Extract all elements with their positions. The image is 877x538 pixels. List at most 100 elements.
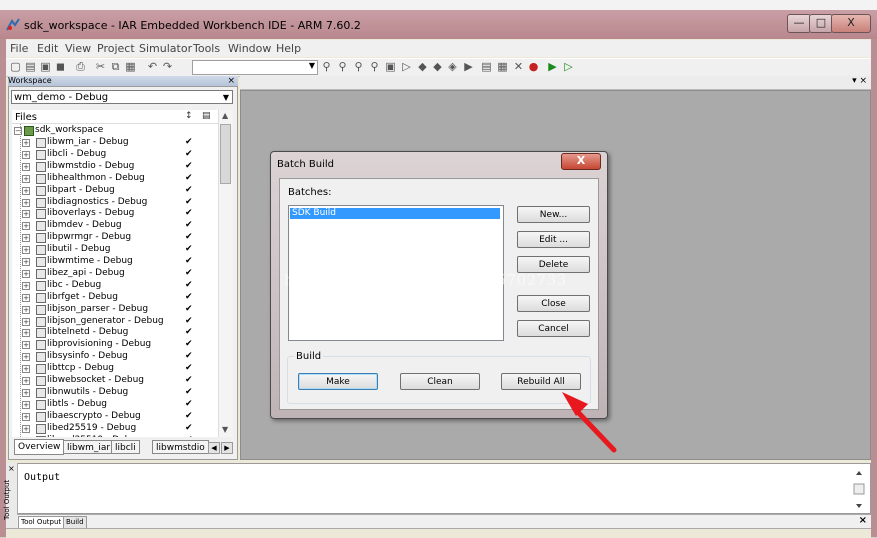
save-icon[interactable]: ▣	[39, 60, 52, 73]
expand-icon[interactable]: +	[22, 365, 30, 374]
expand-icon[interactable]: +	[22, 258, 30, 266]
open-file-icon[interactable]: ▤	[24, 60, 37, 73]
tab-libwm-iar[interactable]: libwm_iar	[63, 440, 115, 454]
expand-icon[interactable]: +	[22, 222, 30, 231]
make-button[interactable]: Make	[298, 373, 378, 390]
tree-item[interactable]: + libutil - Debug ✔	[12, 244, 218, 256]
find-in-files-icon[interactable]: ⚲	[352, 60, 365, 73]
workspace-scrollbar[interactable]: ▲ ▼	[218, 110, 233, 437]
tree-item[interactable]: + libtls - Debug ✔	[12, 399, 218, 410]
find-combo[interactable]: ▼	[192, 60, 318, 75]
batch-item[interactable]: SDK Build	[290, 208, 500, 219]
expand-icon[interactable]: +	[22, 186, 30, 195]
redo-icon[interactable]: ↷	[161, 60, 174, 73]
expand-icon[interactable]: +	[22, 150, 30, 159]
close-button[interactable]: X	[831, 14, 871, 33]
close-button[interactable]: Close	[517, 295, 590, 312]
goto-icon[interactable]: ▣	[384, 60, 397, 73]
menu-edit[interactable]: Edit	[37, 42, 58, 55]
tree-item[interactable]: + libjson_parser - Debug ✔	[12, 304, 218, 315]
tree-item[interactable]: + libprovisioning - Debug ✔	[12, 339, 218, 351]
navigate-back-icon[interactable]: ◈	[446, 60, 459, 73]
tree-item[interactable]: + libaescrypto - Debug ✔	[12, 411, 218, 422]
tree-item[interactable]: + libed25519 - Debug ✔	[12, 423, 218, 434]
debug-without-download-icon[interactable]: ▷	[562, 60, 575, 73]
tree-item[interactable]: + libnwutils - Debug ✔	[12, 387, 218, 398]
new-button[interactable]: New...	[517, 206, 590, 223]
tree-item[interactable]: + libwm_iar - Debug ✔	[12, 137, 218, 148]
workspace-close-icon[interactable]: ×	[227, 76, 235, 86]
replace-icon[interactable]: ⚲	[368, 60, 381, 73]
find-prev-icon[interactable]: ⚲	[336, 60, 349, 73]
tab-scroll-left-icon[interactable]: ◀	[208, 442, 220, 454]
menu-help[interactable]: Help	[276, 42, 301, 55]
expand-icon[interactable]: +	[22, 210, 30, 219]
expand-icon[interactable]: +	[22, 436, 30, 437]
scroll-up-icon[interactable]: ▲	[222, 111, 228, 120]
expand-icon[interactable]: +	[22, 377, 30, 385]
tree-item[interactable]: + libcurl25519 - Debug ✔	[12, 435, 218, 437]
expand-icon[interactable]: +	[22, 353, 30, 362]
expand-icon[interactable]: +	[22, 412, 30, 421]
output-panel-close-icon[interactable]: ×	[8, 464, 15, 473]
expand-icon[interactable]: +	[22, 281, 30, 290]
tree-item[interactable]: + libpart - Debug ✔	[12, 185, 218, 196]
expand-icon[interactable]: +	[22, 400, 30, 409]
scroll-thumb[interactable]	[220, 124, 231, 184]
tree-item[interactable]: + libsysinfo - Debug ✔	[12, 351, 218, 363]
tree-item[interactable]: + libwmtime - Debug ✔	[12, 256, 218, 267]
tree-item[interactable]: + libwebsocket - Debug ✔	[12, 375, 218, 386]
expand-icon[interactable]: +	[22, 329, 30, 338]
tree-item[interactable]: + liboverlays - Debug ✔	[12, 208, 218, 220]
download-debug-icon[interactable]: ▶	[546, 60, 559, 73]
new-file-icon[interactable]: ▢	[9, 60, 22, 73]
make-icon[interactable]: ▦	[496, 60, 509, 73]
tree-root[interactable]: − sdk_workspace	[12, 125, 218, 136]
tree-item[interactable]: + libjson_generator - Debug ✔	[12, 316, 218, 327]
tree-item[interactable]: + libttcp - Debug ✔	[12, 363, 218, 375]
cut-icon[interactable]: ✂	[94, 60, 107, 73]
prev-bookmark-icon[interactable]: ◆	[416, 60, 429, 73]
expand-icon[interactable]: +	[22, 341, 30, 350]
output-scrollbar[interactable]	[852, 467, 866, 511]
tree-item[interactable]: + libhealthmon - Debug ✔	[12, 173, 218, 184]
tree-item[interactable]: + libc - Debug ✔	[12, 280, 218, 291]
sort-icon[interactable]: ↕	[185, 111, 193, 121]
expand-icon[interactable]: +	[22, 162, 30, 171]
print-icon[interactable]: ⎙	[74, 60, 87, 73]
copy-icon[interactable]: ⧉	[109, 60, 122, 73]
expand-icon[interactable]: +	[22, 234, 30, 243]
breakpoint-icon[interactable]: ●	[527, 60, 540, 73]
toggle-bookmark-icon[interactable]: ▷	[400, 60, 413, 73]
tab-scroll-right-icon[interactable]: ▶	[221, 442, 233, 454]
paste-icon[interactable]: ▦	[124, 60, 137, 73]
expand-icon[interactable]: +	[22, 139, 30, 147]
tab-libwmstdio[interactable]: libwmstdio	[152, 440, 209, 454]
menu-view[interactable]: View	[65, 42, 91, 55]
expand-icon[interactable]: +	[22, 269, 30, 278]
clean-button[interactable]: Clean	[400, 373, 480, 390]
menu-tools[interactable]: Tools	[193, 42, 220, 55]
tree-item[interactable]: + libmdev - Debug ✔	[12, 220, 218, 232]
expand-icon[interactable]: +	[22, 305, 30, 314]
options-icon[interactable]: ▤	[202, 111, 211, 121]
expand-icon[interactable]: +	[22, 424, 30, 433]
minimize-button[interactable]: —	[787, 14, 811, 33]
cancel-button[interactable]: Cancel	[517, 320, 590, 337]
save-all-icon[interactable]: ◼	[54, 60, 67, 73]
tree-item[interactable]: + libtelnetd - Debug ✔	[12, 327, 218, 339]
menu-file[interactable]: File	[10, 42, 28, 55]
tree-item[interactable]: + libez_api - Debug ✔	[12, 268, 218, 279]
expand-icon[interactable]: +	[22, 388, 30, 397]
maximize-button[interactable]: □	[809, 14, 833, 33]
tree-item[interactable]: + libdiagnostics - Debug ✔	[12, 197, 218, 208]
dialog-close-button[interactable]: X	[561, 153, 601, 170]
expand-icon[interactable]: +	[22, 293, 30, 302]
find-next-icon[interactable]: ⚲	[320, 60, 333, 73]
editor-window-controls[interactable]: ▾ ×	[852, 76, 867, 86]
tree-item[interactable]: + librfget - Debug ✔	[12, 292, 218, 303]
navigate-forward-icon[interactable]: ▶	[462, 60, 475, 73]
tree-item[interactable]: + libpwrmgr - Debug ✔	[12, 232, 218, 244]
edit-button[interactable]: Edit ...	[517, 231, 590, 248]
scroll-down-icon[interactable]: ▼	[222, 425, 228, 434]
